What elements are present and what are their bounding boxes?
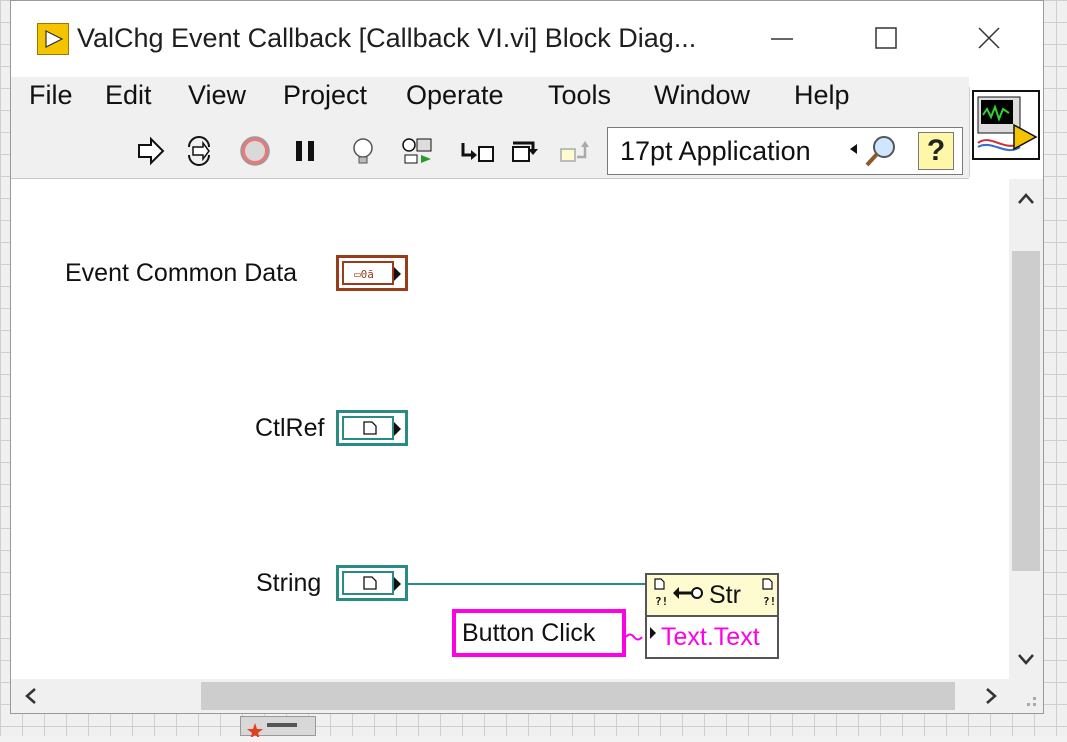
- text-settings-dropdown[interactable]: 17pt Application ?: [607, 127, 963, 175]
- block-diagram-window: ValChg Event Callback [Callback VI.vi] B…: [10, 0, 1044, 714]
- search-icon[interactable]: [862, 132, 902, 170]
- string-refnum-terminal[interactable]: [336, 565, 408, 601]
- cluster-terminal-body: ▭0ā: [342, 261, 394, 285]
- run-continuously-icon[interactable]: [183, 135, 215, 167]
- event-common-data-terminal[interactable]: ▭0ā: [336, 255, 408, 291]
- close-button[interactable]: [967, 19, 1013, 59]
- menu-window[interactable]: Window: [654, 80, 750, 111]
- abort-icon[interactable]: [239, 135, 271, 167]
- menu-help[interactable]: Help: [794, 80, 850, 111]
- resize-grip[interactable]: [1009, 679, 1043, 713]
- button-click-string-constant[interactable]: Button Click: [452, 609, 626, 657]
- menu-edit[interactable]: Edit: [105, 80, 152, 111]
- context-help-button[interactable]: ?: [918, 132, 954, 170]
- font-selector-value: 17pt Application: [620, 136, 811, 166]
- refnum-terminal-body: [342, 416, 394, 440]
- event-common-data-label: Event Common Data: [65, 259, 298, 287]
- vertical-scrollbar[interactable]: [1009, 179, 1043, 679]
- run-arrow-icon[interactable]: [135, 135, 167, 167]
- string-refnum-label: String: [256, 569, 322, 597]
- vertical-scroll-thumb[interactable]: [1012, 251, 1040, 571]
- terminal-arrow-icon: [394, 577, 401, 591]
- svg-text:▭0ā: ▭0ā: [354, 268, 374, 281]
- property-text-text[interactable]: Text.Text: [661, 623, 760, 652]
- horizontal-scroll-thumb[interactable]: [201, 682, 955, 710]
- refnum-terminal-body: [342, 571, 394, 595]
- string-constant-value: Button Click: [462, 619, 596, 647]
- menu-operate[interactable]: Operate: [406, 80, 504, 111]
- svg-text:?!: ?!: [763, 595, 776, 608]
- pause-icon[interactable]: [289, 135, 321, 167]
- property-node[interactable]: ?! ?! Str Text.Text: [645, 573, 779, 659]
- horizontal-scrollbar[interactable]: [11, 679, 1009, 713]
- menu-bar: File Edit View Project Operate Tools Win…: [11, 77, 969, 123]
- toolbar: 17pt Application ?: [11, 123, 969, 179]
- background-window-node: [240, 716, 316, 739]
- svg-text:?!: ?!: [655, 595, 668, 608]
- dropdown-arrow-icon: [850, 144, 857, 154]
- menu-view[interactable]: View: [188, 80, 246, 111]
- labview-vi-icon: [37, 23, 69, 55]
- terminal-arrow-icon: [394, 267, 401, 281]
- terminal-arrow-icon: [394, 422, 401, 436]
- input-arrow-icon: [650, 627, 656, 639]
- string-wire[interactable]: [625, 633, 643, 641]
- ctlref-label: CtlRef: [255, 414, 325, 442]
- window-title: ValChg Event Callback [Callback VI.vi] B…: [77, 23, 697, 53]
- highlight-execution-icon[interactable]: [347, 135, 379, 167]
- property-node-header: ?! ?! Str: [647, 575, 777, 617]
- maximize-button[interactable]: [863, 19, 909, 59]
- scroll-up-icon[interactable]: [1015, 189, 1037, 214]
- property-node-class: Str: [709, 581, 741, 609]
- step-over-icon[interactable]: [509, 135, 541, 167]
- menu-tools[interactable]: Tools: [548, 80, 611, 111]
- menu-project[interactable]: Project: [283, 80, 367, 111]
- step-out-icon[interactable]: [557, 135, 589, 167]
- ctlref-terminal[interactable]: [336, 410, 408, 446]
- block-diagram-canvas[interactable]: Event Common Data ▭0ā CtlRef String Butt…: [11, 179, 1009, 679]
- vi-icon-connector-pane[interactable]: [969, 87, 1043, 177]
- menu-file[interactable]: File: [29, 80, 73, 111]
- minimize-button[interactable]: [759, 19, 805, 59]
- step-into-icon[interactable]: [459, 135, 494, 167]
- wires-layer: [408, 583, 649, 641]
- scroll-left-icon[interactable]: [21, 685, 41, 712]
- retain-wire-values-icon[interactable]: [401, 135, 433, 167]
- scroll-down-icon[interactable]: [1015, 649, 1037, 674]
- title-bar[interactable]: ValChg Event Callback [Callback VI.vi] B…: [11, 1, 1043, 77]
- scroll-right-icon[interactable]: [981, 685, 1001, 712]
